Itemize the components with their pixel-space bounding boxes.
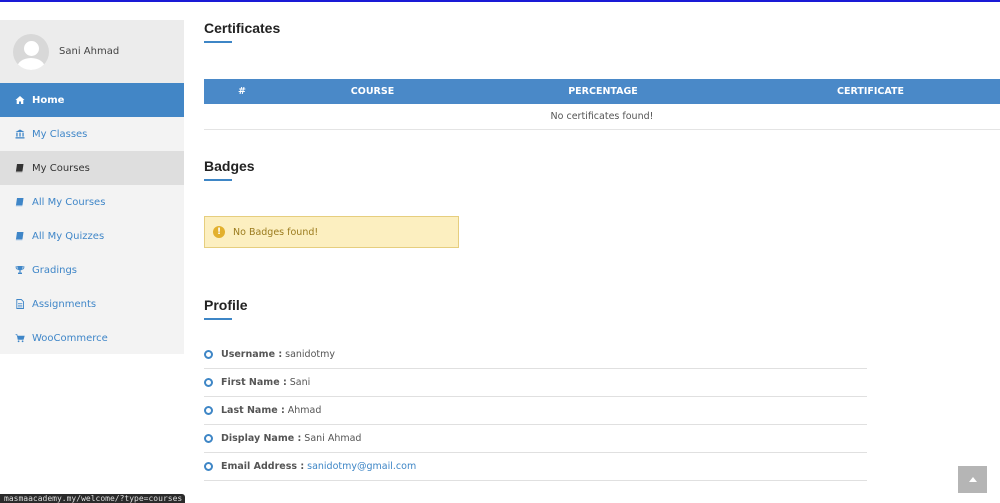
sidebar: Sani Ahmad Home My Classes My Courses Al… — [0, 20, 184, 354]
sidebar-item-gradings[interactable]: Gradings — [0, 253, 184, 287]
sidebar-item-label: My Classes — [32, 128, 88, 140]
circle-bullet-icon — [204, 462, 213, 471]
table-row: No certificates found! — [204, 104, 1000, 130]
warning-icon: ! — [213, 226, 225, 238]
sidebar-item-label: All My Quizzes — [32, 230, 105, 242]
list-item: First Name : Sani — [204, 369, 867, 397]
book-icon — [14, 231, 25, 242]
title-underline — [204, 318, 232, 320]
certificates-table: # COURSE PERCENTAGE CERTIFICATE No certi… — [204, 79, 1000, 130]
field-label: Email Address : — [221, 461, 305, 472]
sidebar-item-my-classes[interactable]: My Classes — [0, 117, 184, 151]
scroll-to-top-button[interactable] — [958, 466, 987, 493]
column-header: # — [204, 79, 280, 104]
bank-icon — [14, 129, 25, 140]
circle-bullet-icon — [204, 378, 213, 387]
book-icon — [14, 197, 25, 208]
profile-title: Profile — [204, 297, 248, 313]
circle-bullet-icon — [204, 406, 213, 415]
status-bar-url: masmaacademy.my/welcome/?type=courses — [0, 494, 185, 503]
profile-list: Username : sanidotmy First Name : Sani L… — [204, 341, 867, 481]
book-icon — [14, 163, 25, 174]
sidebar-item-label: All My Courses — [32, 196, 106, 208]
circle-bullet-icon — [204, 350, 213, 359]
field-value: sanidotmy — [285, 349, 335, 360]
home-icon — [14, 95, 25, 106]
sidebar-item-label: Home — [32, 94, 65, 106]
document-icon — [14, 299, 25, 310]
field-value: Sani Ahmad — [304, 433, 362, 444]
user-name: Sani Ahmad — [59, 46, 120, 57]
badges-title: Badges — [204, 158, 255, 174]
field-label: Last Name : — [221, 405, 285, 416]
certificates-title: Certificates — [204, 20, 281, 36]
column-header: CERTIFICATE — [741, 79, 1000, 104]
sidebar-item-label: WooCommerce — [32, 332, 108, 344]
sidebar-item-label: My Courses — [32, 162, 90, 174]
email-link[interactable]: sanidotmy@gmail.com — [307, 461, 416, 472]
sidebar-item-label: Gradings — [32, 264, 78, 276]
alert-text: No Badges found! — [233, 226, 319, 238]
sidebar-item-all-my-quizzes[interactable]: All My Quizzes — [0, 219, 184, 253]
table-header-row: # COURSE PERCENTAGE CERTIFICATE — [204, 79, 1000, 104]
cart-icon — [14, 333, 25, 344]
sidebar-item-all-my-courses[interactable]: All My Courses — [0, 185, 184, 219]
sidebar-item-label: Assignments — [32, 298, 97, 310]
sidebar-item-home[interactable]: Home — [0, 83, 184, 117]
column-header: COURSE — [280, 79, 465, 104]
list-item: Username : sanidotmy — [204, 341, 867, 369]
chevron-up-icon — [968, 477, 977, 482]
sidebar-item-assignments[interactable]: Assignments — [0, 287, 184, 321]
field-value: Ahmad — [287, 405, 322, 416]
top-border — [0, 0, 1000, 2]
sidebar-item-woocommerce[interactable]: WooCommerce — [0, 321, 184, 355]
title-underline — [204, 179, 232, 181]
empty-message: No certificates found! — [204, 104, 1000, 130]
list-item: Last Name : Ahmad — [204, 397, 867, 425]
field-value: Sani — [289, 377, 311, 388]
list-item: Display Name : Sani Ahmad — [204, 425, 867, 453]
field-label: Display Name : — [221, 433, 302, 444]
sidebar-item-my-courses[interactable]: My Courses — [0, 151, 184, 185]
title-underline — [204, 41, 232, 43]
list-item: Email Address : sanidotmy@gmail.com — [204, 453, 867, 481]
field-label: First Name : — [221, 377, 287, 388]
trophy-icon — [14, 265, 25, 276]
sidebar-profile: Sani Ahmad — [0, 20, 184, 83]
field-label: Username : — [221, 349, 283, 360]
avatar — [13, 33, 49, 70]
column-header: PERCENTAGE — [465, 79, 741, 104]
circle-bullet-icon — [204, 434, 213, 443]
no-badges-alert: ! No Badges found! — [204, 216, 459, 248]
